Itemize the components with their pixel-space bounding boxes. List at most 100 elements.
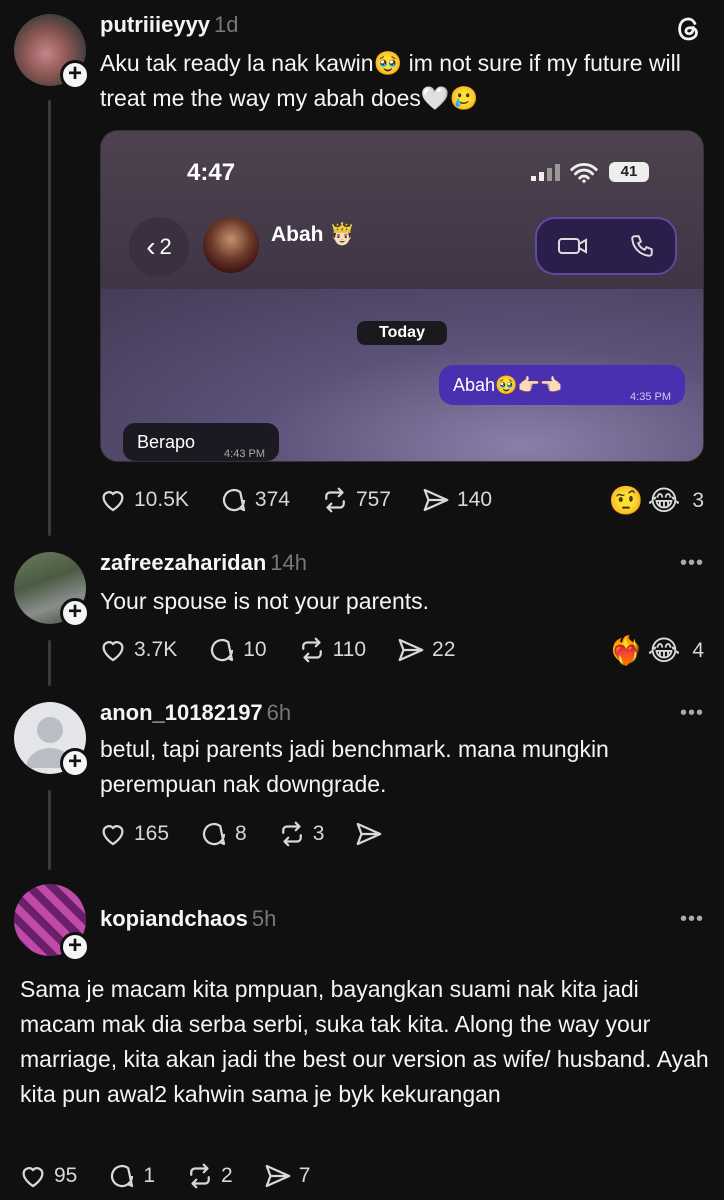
heart-icon [102, 491, 124, 512]
incoming-time: 4:43 PM [224, 448, 265, 460]
follow-button[interactable]: + [60, 748, 90, 778]
comment-icon [111, 1164, 134, 1188]
more-options-icon[interactable]: ••• [680, 552, 704, 575]
reply-button[interactable]: 1 [107, 1161, 155, 1191]
heart-icon [102, 641, 124, 662]
outgoing-time: 4:35 PM [630, 391, 671, 403]
threads-icon[interactable] [674, 14, 704, 44]
battery-icon: 41 [609, 162, 649, 182]
post-actions: 10.5K 374 757 140 [98, 484, 522, 516]
reactions[interactable]: 🤨 😂 3 [609, 484, 704, 517]
repost-icon [281, 821, 302, 847]
like-count: 10.5K [134, 488, 189, 511]
reply-button[interactable]: 374 [219, 485, 290, 515]
username[interactable]: kopiandchaos 5h [100, 906, 276, 932]
like-button[interactable]: 95 [18, 1161, 77, 1191]
follow-button[interactable]: + [60, 598, 90, 628]
contact-name: Abah 🤴🏻 [271, 223, 356, 246]
back-count: 2 [159, 234, 172, 259]
share-count: 140 [456, 488, 493, 511]
repost-button[interactable]: 110 [297, 635, 366, 665]
wifi-icon [570, 162, 598, 183]
username[interactable]: zafreezaharidan 14h [100, 550, 307, 576]
post-actions: 165 8 3 [98, 818, 420, 850]
heart-icon [22, 1167, 44, 1188]
share-button[interactable]: 22 [396, 635, 455, 665]
reply-count: 374 [254, 488, 290, 511]
signal-icon [531, 164, 560, 181]
heart-icon [102, 825, 124, 846]
post-actions: 3.7K 10 110 22 [98, 634, 485, 666]
phone-icon[interactable] [629, 233, 655, 259]
like-count: 95 [54, 1164, 78, 1187]
repost-count: 2 [221, 1164, 233, 1187]
post-text: Sama je macam kita pmpuan, bayangkan sua… [20, 976, 709, 1107]
like-button[interactable]: 165 [98, 819, 169, 849]
follow-button[interactable]: + [60, 60, 90, 90]
reply-button[interactable]: 10 [207, 635, 267, 665]
reactions[interactable]: ❤️‍🔥 😂 4 [609, 634, 704, 667]
thread-line [48, 790, 51, 870]
call-actions [535, 217, 677, 275]
post-3: + anon_10182197 6h ••• betul, tapi parent… [0, 690, 724, 870]
incoming-message-text: Berapo [137, 432, 196, 452]
more-options-icon[interactable]: ••• [680, 908, 704, 931]
username-text[interactable]: putriiieyyy [100, 12, 210, 37]
reply-count: 1 [143, 1164, 156, 1187]
share-button[interactable]: 140 [421, 485, 492, 515]
repost-button[interactable]: 3 [277, 819, 325, 849]
thread-line [48, 100, 51, 536]
date-chip: Today [357, 321, 447, 345]
like-button[interactable]: 10.5K [98, 485, 189, 515]
send-icon [357, 822, 382, 846]
back-button[interactable]: ‹ 2 [129, 217, 189, 277]
repost-count: 757 [355, 488, 391, 511]
comment-icon [222, 488, 246, 512]
username-text[interactable]: zafreezaharidan [100, 550, 266, 575]
post-time: 14h [270, 550, 308, 575]
repost-icon [301, 637, 322, 663]
send-icon [265, 1164, 291, 1188]
post-time: 6h [266, 700, 292, 725]
outgoing-message: Abah🥹👉🏻👈🏻 4:35 PM [439, 365, 685, 405]
post-4: + kopiandchaos 5h ••• Sama je macam kita … [0, 870, 724, 1200]
post-2: + zafreezaharidan 14h ••• Your spouse is … [0, 540, 724, 690]
repost-button[interactable]: 2 [185, 1161, 233, 1191]
incoming-message: Berapo 4:43 PM [123, 423, 279, 461]
thread-line [48, 640, 51, 686]
username[interactable]: anon_10182197 6h [100, 700, 291, 726]
repost-count: 110 [332, 638, 367, 661]
reply-count: 8 [235, 822, 247, 845]
post-text: Aku tak ready la nak kawin🥹 im not sure … [100, 50, 681, 111]
repost-icon [190, 1163, 210, 1189]
post-text: betul, tapi parents jadi benchmark. mana… [100, 736, 609, 797]
reaction-count: 4 [692, 638, 704, 662]
reply-button[interactable]: 8 [199, 819, 247, 849]
share-button[interactable]: 7 [263, 1161, 311, 1191]
post-time: 5h [251, 906, 277, 931]
reaction-emoji: 😂 [647, 635, 681, 666]
share-count: 7 [298, 1164, 311, 1187]
like-button[interactable]: 3.7K [98, 635, 177, 665]
repost-icon [325, 487, 345, 513]
repost-count: 3 [312, 822, 325, 845]
attached-image[interactable]: 4:47 41 ‹ 2 Abah 🤴🏻 Today Abah🥹👉🏻👈🏻 4:35 … [100, 130, 704, 462]
comment-icon [202, 822, 226, 846]
video-call-icon[interactable] [557, 234, 589, 258]
more-options-icon[interactable]: ••• [680, 702, 704, 725]
share-button[interactable] [354, 819, 390, 849]
reaction-emoji: 😂 [647, 485, 681, 516]
follow-button[interactable]: + [60, 932, 90, 962]
share-count: 22 [432, 638, 456, 661]
status-bar: 41 [531, 161, 649, 183]
username-text[interactable]: kopiandchaos [100, 906, 248, 931]
repost-button[interactable]: 757 [320, 485, 391, 515]
username[interactable]: putriiieyyy 1d [100, 12, 239, 38]
reaction-count: 3 [692, 488, 704, 512]
status-clock: 4:47 [187, 159, 236, 186]
username-text[interactable]: anon_10182197 [100, 700, 263, 725]
chevron-left-icon: ‹ [146, 231, 156, 262]
post-text: Your spouse is not your parents. [100, 588, 430, 614]
reaction-emoji: ❤️‍🔥 [608, 635, 644, 666]
contact-avatar [203, 217, 259, 273]
